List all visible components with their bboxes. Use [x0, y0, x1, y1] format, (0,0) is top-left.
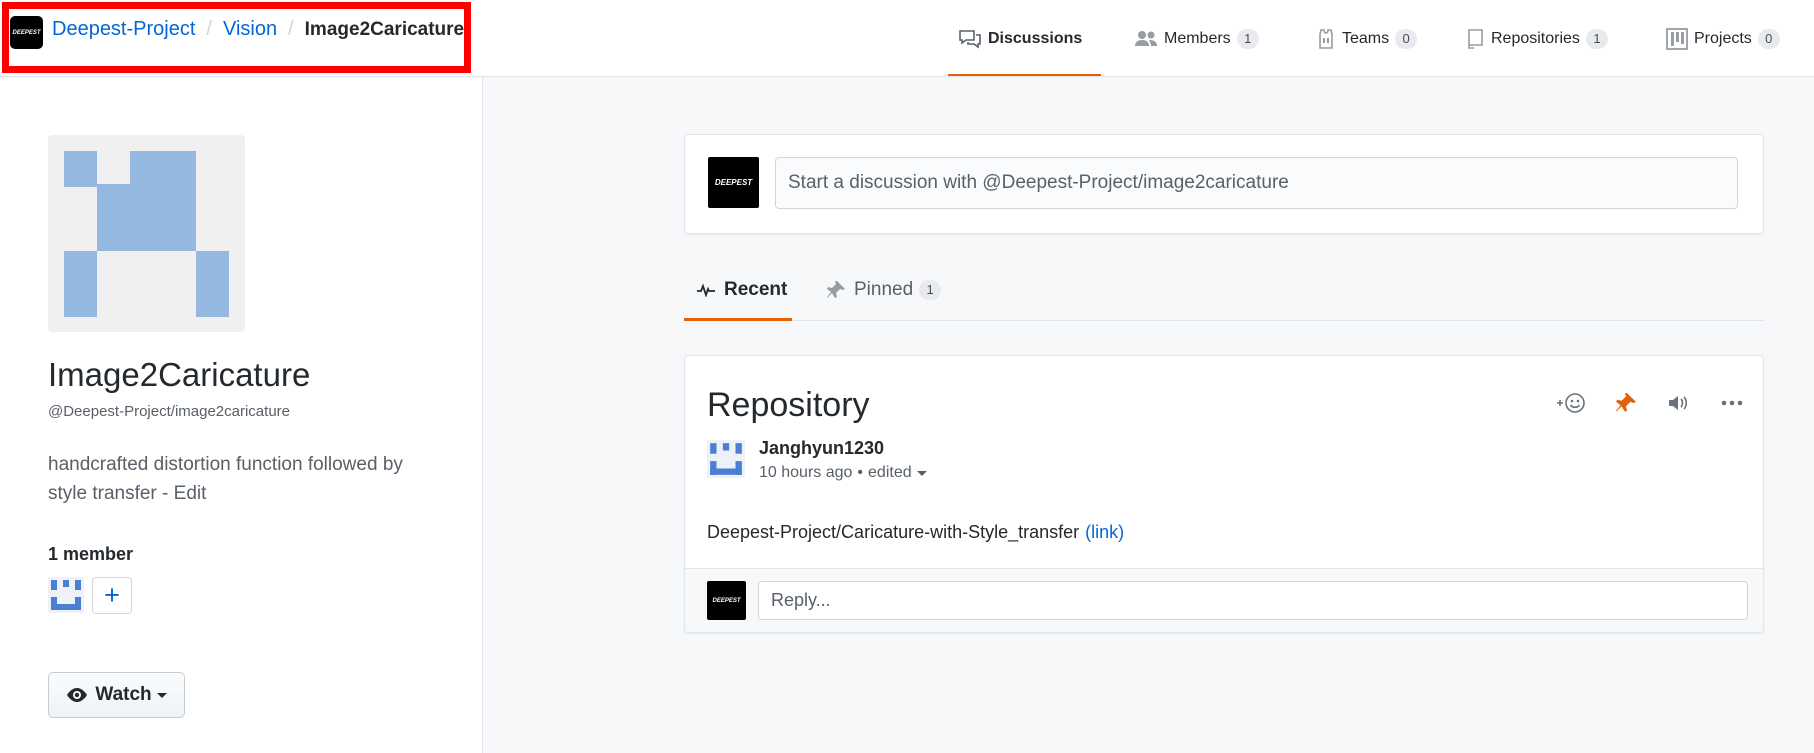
author-avatar[interactable]: [707, 440, 745, 478]
members-count-badge: 1: [1236, 28, 1259, 49]
add-member-button[interactable]: +: [92, 577, 132, 614]
breadcrumb-current-team: Image2Caricature: [304, 18, 465, 40]
eye-icon: [66, 687, 88, 703]
tab-teams-label: Teams: [1342, 29, 1390, 47]
team-name: Image2Caricature: [48, 356, 311, 393]
discussion-post: Repository Janghyun1230 10 hours ago • e…: [684, 355, 1764, 633]
post-body-link[interactable]: (link): [1085, 522, 1124, 542]
repositories-count-badge: 1: [1585, 28, 1608, 49]
people-icon: [1134, 29, 1158, 49]
pin-icon: [826, 280, 846, 300]
pinned-count-badge: 1: [919, 279, 942, 300]
member-avatar[interactable]: [48, 577, 84, 613]
post-body-text: Deepest-Project/Caricature-with-Style_tr…: [707, 522, 1080, 542]
org-avatar: DEEPEST: [707, 581, 746, 620]
tab-pinned[interactable]: Pinned 1: [826, 258, 942, 321]
discussion-composer: DEEPEST Start a discussion with @Deepest…: [684, 134, 1764, 234]
breadcrumb-separator: /: [206, 18, 212, 40]
post-meta: 10 hours ago • edited: [759, 464, 927, 482]
tab-discussions[interactable]: Discussions: [958, 0, 1082, 77]
post-actions: [1525, 392, 1743, 414]
tab-members[interactable]: Members 1: [1134, 0, 1259, 77]
post-timestamp[interactable]: 10 hours ago: [759, 464, 852, 482]
member-count[interactable]: 1 member: [48, 544, 133, 565]
author-name[interactable]: Janghyun1230: [759, 438, 884, 459]
breadcrumb-parent-team-link[interactable]: Vision: [223, 18, 277, 41]
more-options-icon[interactable]: [1721, 400, 1743, 406]
mute-icon[interactable]: [1667, 393, 1691, 413]
reply-input[interactable]: Reply...: [758, 581, 1748, 620]
tab-recent[interactable]: Recent: [696, 258, 787, 321]
post-title[interactable]: Repository: [707, 386, 870, 425]
active-tab-underline: [948, 74, 1101, 76]
meta-separator: •: [857, 464, 864, 481]
discussion-icon: [958, 29, 982, 49]
team-avatar: [48, 135, 245, 332]
team-handle: @Deepest-Project/image2caricature: [48, 403, 290, 420]
watch-button-label: Watch: [95, 684, 152, 705]
tab-teams[interactable]: Teams 0: [1316, 0, 1418, 77]
tab-members-label: Members: [1164, 29, 1231, 47]
team-sidebar: Image2Caricature @Deepest-Project/image2…: [0, 78, 483, 753]
org-logo[interactable]: DEEPEST: [10, 16, 43, 49]
breadcrumb: Deepest-Project / Vision / Image2Caricat…: [52, 18, 464, 41]
reply-bar: DEEPEST Reply...: [685, 568, 1763, 632]
watch-button[interactable]: Watch: [48, 672, 185, 718]
jersey-icon: [1316, 28, 1336, 50]
repo-icon: [1467, 28, 1485, 50]
chevron-down-icon: [156, 692, 167, 698]
tab-projects[interactable]: Projects 0: [1666, 0, 1780, 77]
discussion-tabs: Recent Pinned 1: [684, 258, 1764, 321]
tab-repositories[interactable]: Repositories 1: [1467, 0, 1608, 77]
tab-recent-label: Recent: [724, 278, 788, 300]
project-icon: [1666, 27, 1688, 50]
edited-label[interactable]: edited: [868, 464, 912, 482]
chevron-down-icon[interactable]: [916, 470, 927, 476]
pin-icon[interactable]: [1615, 392, 1637, 414]
pulse-icon: [696, 282, 716, 297]
projects-count-badge: 0: [1757, 28, 1780, 49]
team-description: handcrafted distortion function followed…: [48, 454, 403, 504]
org-avatar: DEEPEST: [708, 157, 759, 208]
breadcrumb-separator: /: [288, 18, 294, 40]
page-header: DEEPEST Deepest-Project / Vision / Image…: [0, 0, 1814, 77]
start-discussion-input[interactable]: Start a discussion with @Deepest-Project…: [775, 157, 1738, 209]
post-body: Deepest-Project/Caricature-with-Style_tr…: [707, 522, 1124, 543]
tab-discussions-label: Discussions: [988, 29, 1083, 47]
tab-projects-label: Projects: [1694, 29, 1752, 47]
breadcrumb-org-link[interactable]: Deepest-Project: [52, 18, 195, 41]
teams-count-badge: 0: [1395, 28, 1418, 49]
active-tab-underline: [684, 318, 792, 321]
add-reaction-icon[interactable]: [1555, 392, 1585, 414]
tab-repositories-label: Repositories: [1491, 29, 1580, 47]
tab-pinned-label: Pinned: [854, 278, 914, 300]
